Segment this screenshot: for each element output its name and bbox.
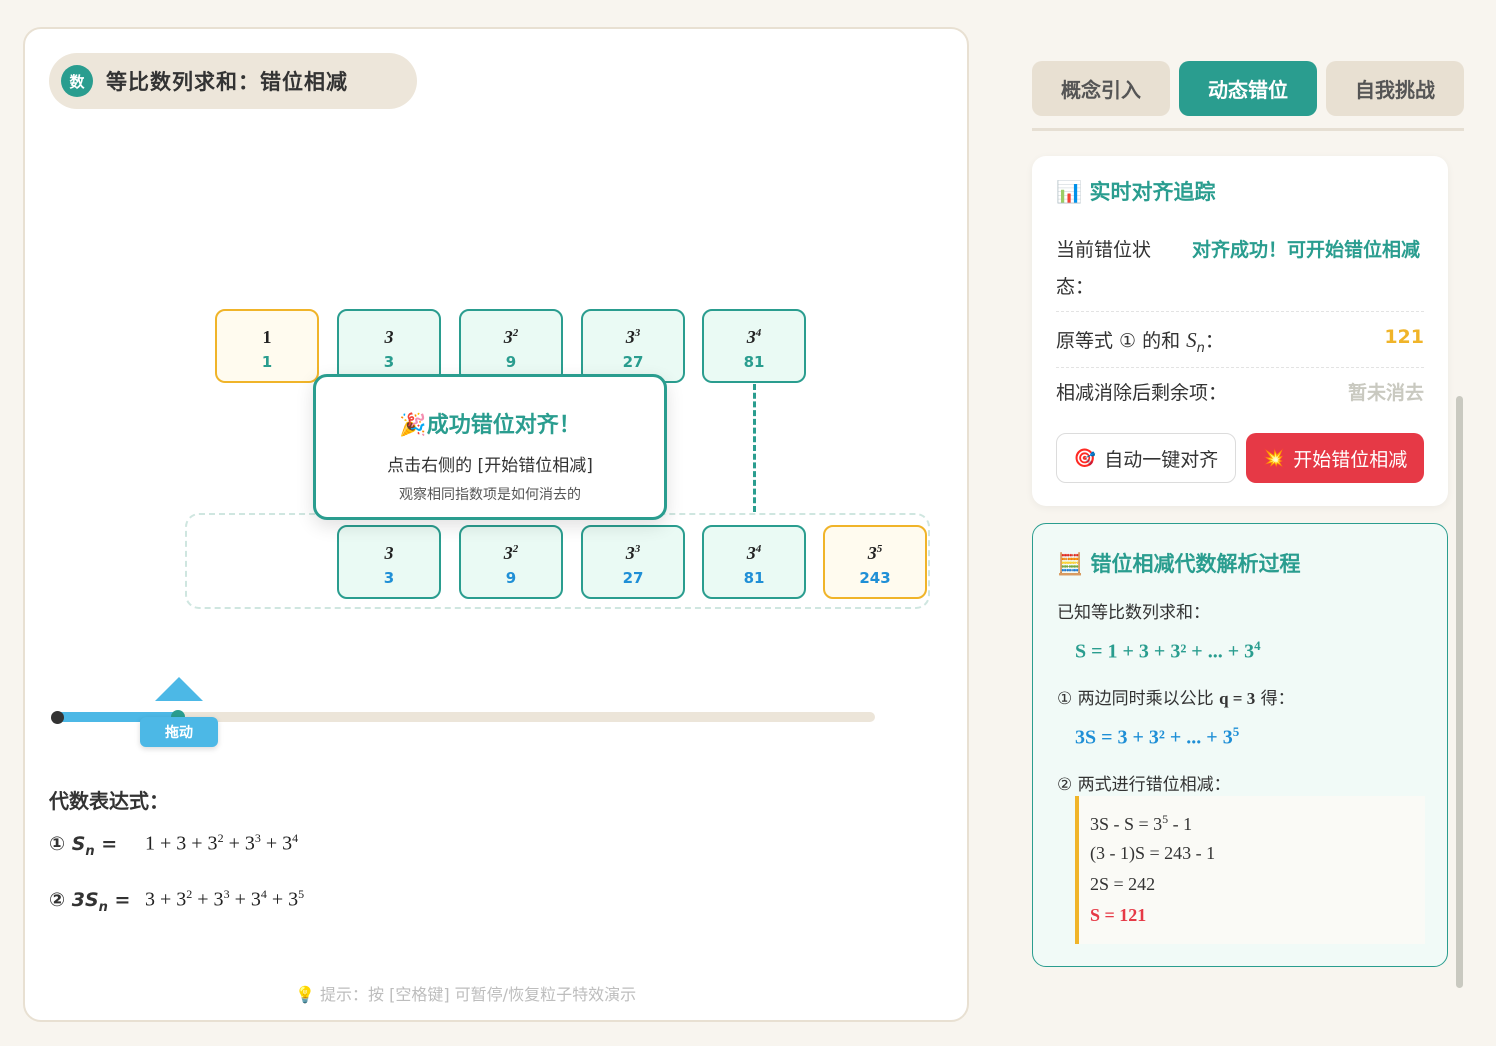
term-value: 81 (743, 569, 765, 587)
term-value: 3 (383, 569, 395, 587)
term-value: 27 (622, 569, 644, 587)
animation-stage: 数 等比数列求和：错位相减 1 1 3 3 32 9 33 27 34 81 3… (23, 27, 969, 1022)
lightbulb-icon: 💡 (295, 985, 315, 1004)
term-card-top-3: 33 27 (581, 309, 685, 383)
term-label: 33 (625, 543, 641, 563)
term-card-top-0: 1 1 (215, 309, 319, 383)
term-label: 34 (746, 327, 762, 347)
sum-row: 原等式 ① 的和 Sn： 121 (1056, 314, 1424, 368)
keyboard-hint: 💡 提示：按 [空格键] 可暂停/恢复粒子特效演示 (295, 985, 637, 1004)
equation-2: ② 3Sn = 3 + 32 + 33 + 34 + 35 (49, 887, 304, 914)
slider-handle-arrow-icon[interactable] (155, 677, 203, 701)
term-label: 34 (746, 543, 762, 563)
term-value: 1 (261, 353, 273, 371)
multiplied-formula: 3S = 3 + 3² + ... + 35 (1075, 724, 1240, 749)
page-title: 等比数列求和：错位相减 (106, 70, 348, 94)
equation-2-expression: 3 + 32 + 33 + 34 + 35 (145, 887, 305, 911)
algebra-title: 代数表达式： (49, 789, 169, 813)
term-value: 9 (505, 353, 517, 371)
term-card-bottom-3[interactable]: 34 81 (702, 525, 806, 599)
equation-2-label: ② 3Sn = (49, 888, 131, 915)
subtraction-steps: 3S - S = 35 - 1 (3 - 1)S = 243 - 1 2S = … (1075, 796, 1425, 944)
term-card-bottom-0[interactable]: 3 3 (337, 525, 441, 599)
sum-value: 121 (1384, 326, 1424, 348)
alignment-connector (753, 384, 756, 512)
title-pill: 数 等比数列求和：错位相减 (49, 53, 417, 109)
status-label: 当前错位状态： (1056, 239, 1152, 298)
term-value: 3 (383, 353, 395, 371)
term-label: 32 (503, 543, 519, 563)
target-icon: 🎯 (1073, 447, 1097, 469)
toast-subtext: 观察相同指数项是如何消去的 (399, 487, 581, 503)
term-label: 33 (625, 327, 641, 347)
start-subtraction-button[interactable]: 💥 开始错位相减 (1246, 433, 1424, 483)
toast-title: 🎉成功错位对齐！ (399, 413, 581, 438)
auto-align-button[interactable]: 🎯 自动一键对齐 (1056, 433, 1236, 483)
title-badge: 数 (61, 65, 93, 97)
tracker-title: 📊 实时对齐追踪 (1056, 180, 1216, 204)
sum-formula: S = 1 + 3 + 3² + ... + 34 (1075, 638, 1261, 663)
term-value: 81 (743, 353, 765, 371)
tab-dynamic-offset[interactable]: 动态错位 (1179, 61, 1317, 116)
step-2-text: ② 两式进行错位相减： (1057, 775, 1231, 795)
sum-label: 原等式 ① 的和 Sn： (1056, 328, 1224, 356)
term-value: 27 (622, 353, 644, 371)
equation-1-expression: 1 + 3 + 32 + 33 + 34 (145, 831, 299, 855)
known-label: 已知等比数列求和： (1057, 603, 1210, 623)
remaining-value: 暂未消去 (1347, 382, 1424, 404)
term-label: 1 (262, 327, 272, 347)
term-label: 35 (867, 543, 883, 563)
bar-chart-icon: 📊 (1056, 180, 1083, 204)
abacus-icon: 🧮 (1057, 552, 1084, 576)
tab-bar: 概念引入 动态错位 自我挑战 (1032, 61, 1464, 131)
term-value: 9 (505, 569, 517, 587)
party-icon: 🎉 (399, 413, 427, 438)
slider-drag-handle[interactable]: 拖动 (140, 717, 218, 747)
term-card-top-4: 34 81 (702, 309, 806, 383)
panel-scrollbar[interactable] (1456, 396, 1463, 988)
toast-message: 点击右侧的 [开始错位相减] (387, 456, 593, 476)
step-1-text: ① 两边同时乘以公比 q = 3 得： (1057, 689, 1295, 709)
status-value: 对齐成功！可开始错位相减 (1192, 239, 1421, 261)
status-row: 当前错位状态： 对齐成功！可开始错位相减 (1056, 232, 1424, 312)
step-line: 3S - S = 35 - 1 (1090, 812, 1193, 834)
step-result: S = 121 (1090, 905, 1147, 925)
explosion-icon: 💥 (1262, 447, 1286, 469)
term-label: 3 (384, 327, 394, 347)
step-line: 2S = 242 (1090, 874, 1156, 894)
algebra-analysis-panel: 🧮 错位相减代数解析过程 已知等比数列求和： S = 1 + 3 + 3² + … (1032, 523, 1448, 967)
term-card-top-1: 3 3 (337, 309, 441, 383)
alignment-tracker-panel: 📊 实时对齐追踪 当前错位状态： 对齐成功！可开始错位相减 原等式 ① 的和 S… (1032, 156, 1448, 506)
slider-start-dot (51, 711, 64, 724)
success-toast: 🎉成功错位对齐！ 点击右侧的 [开始错位相减] 观察相同指数项是如何消去的 (313, 374, 667, 520)
term-card-top-2: 32 9 (459, 309, 563, 383)
step-line: (3 - 1)S = 243 - 1 (1090, 843, 1216, 863)
term-card-bottom-1[interactable]: 32 9 (459, 525, 563, 599)
term-label: 32 (503, 327, 519, 347)
term-label: 3 (384, 543, 394, 563)
equation-1: ① Sn = 1 + 3 + 32 + 33 + 34 (49, 831, 298, 858)
tab-concept-intro[interactable]: 概念引入 (1032, 61, 1170, 116)
remaining-label: 相减消除后剩余项： (1056, 382, 1228, 404)
term-card-bottom-4[interactable]: 35 243 (823, 525, 927, 599)
analysis-title: 🧮 错位相减代数解析过程 (1057, 552, 1301, 576)
remaining-row: 相减消除后剩余项： 暂未消去 (1056, 368, 1424, 416)
tab-self-challenge[interactable]: 自我挑战 (1326, 61, 1464, 116)
equation-1-label: ① Sn = (49, 832, 118, 859)
term-value: 243 (859, 569, 891, 587)
term-card-bottom-2[interactable]: 33 27 (581, 525, 685, 599)
